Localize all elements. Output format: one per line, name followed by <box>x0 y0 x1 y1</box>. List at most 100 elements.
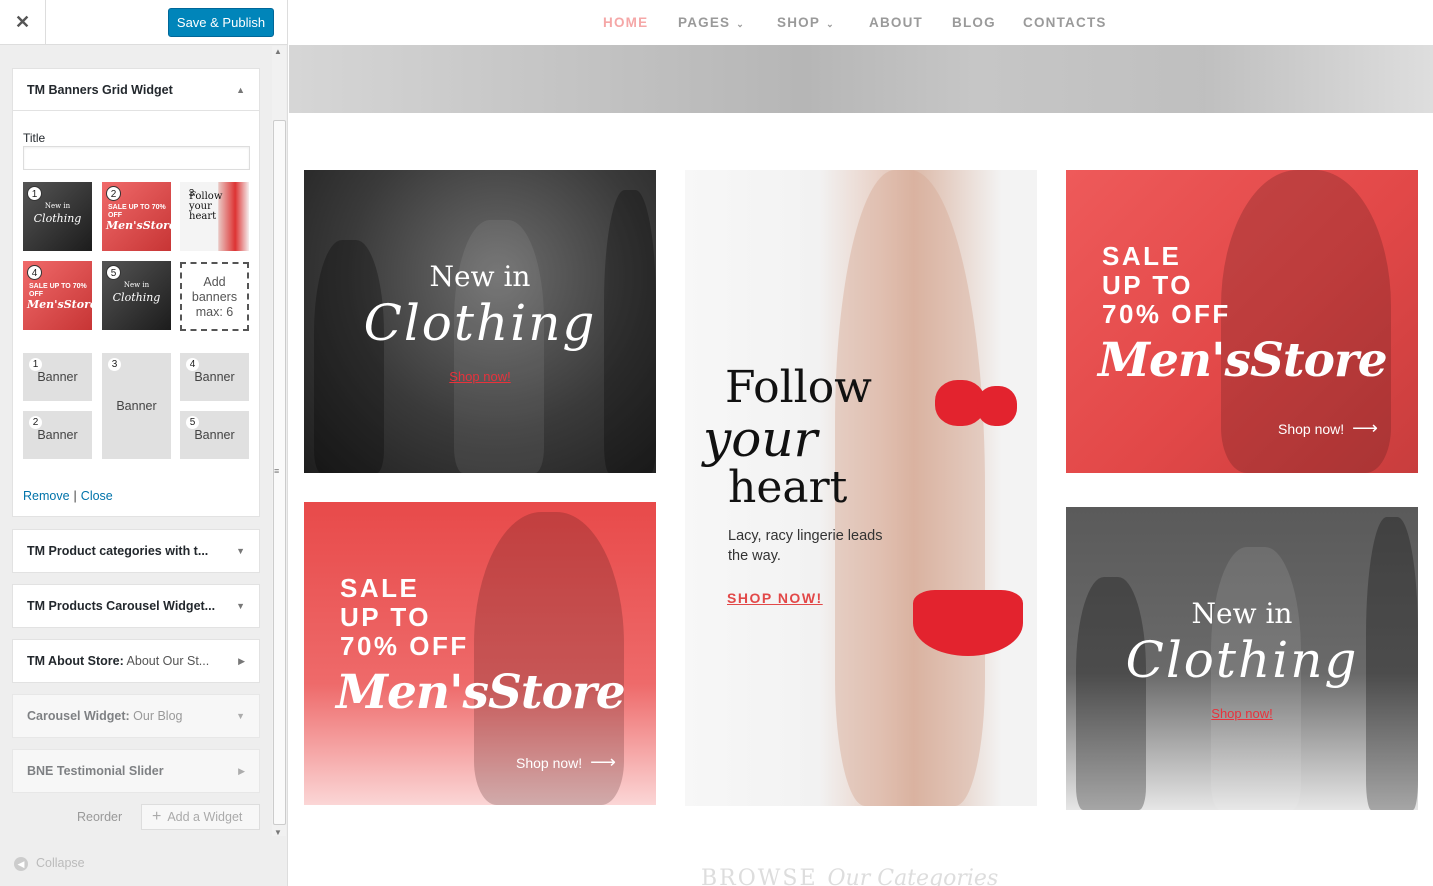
expand-arrow-icon[interactable]: ▼ <box>236 585 245 627</box>
thumb-text: Men'sStore <box>27 298 92 311</box>
remove-link[interactable]: Remove <box>23 489 70 503</box>
slot-number: 2 <box>29 416 42 429</box>
collapse-button[interactable]: ◀ Collapse <box>14 856 85 871</box>
title-input[interactable] <box>23 146 250 170</box>
thumb-number: 5 <box>106 265 121 280</box>
slot-number: 1 <box>29 358 42 371</box>
nav-pages[interactable]: PAGES ⌄ <box>678 15 745 30</box>
slot-number: 5 <box>186 416 199 429</box>
arrow-right-icon: ⟶ <box>1352 418 1378 438</box>
add-widget-label: Add a Widget <box>167 810 243 824</box>
widget-title: BNE Testimonial Slider <box>27 764 164 778</box>
banner-script-title: your <box>703 410 818 468</box>
browse-italic: Our Categories <box>827 866 999 886</box>
layout-slot-1[interactable]: 1 Banner <box>23 353 92 401</box>
sale-line: 70% OFF <box>1102 299 1231 329</box>
widget-banners-grid: TM Banners Grid Widget ▲ Title New in Cl… <box>12 68 260 517</box>
main-navigation: HOME PAGES ⌄ SHOP ⌄ ABOUT BLOG CONTACTS <box>289 0 1433 45</box>
banner-heading: New in <box>1191 597 1293 630</box>
scroll-up-arrow-icon[interactable]: ▲ <box>274 47 282 56</box>
expand-arrow-icon[interactable]: ▼ <box>236 530 245 572</box>
nav-label: PAGES <box>678 15 731 30</box>
banner-shop-link[interactable]: SHOP NOW! <box>727 590 823 606</box>
collapse-arrow-icon: ◀ <box>14 857 28 871</box>
hero-image-strip <box>289 45 1433 113</box>
banner-shop-link[interactable]: Shop now! ⟶ <box>516 752 616 773</box>
banner-mens-store-sale[interactable]: SALE UP TO 70% OFF Men'sStore Shop now! ⟶ <box>304 502 656 805</box>
widget-header: TM Product categories with t... ▼ <box>13 530 259 572</box>
banner-thumbnail-5[interactable]: New in Clothing 5 <box>102 261 171 330</box>
widget-title: TM Products Carousel Widget... <box>27 599 216 613</box>
banner-shop-link[interactable]: Shop now! ⟶ <box>1278 418 1378 439</box>
sale-text: SALE UP TO 70% OFF <box>1102 242 1231 329</box>
banner-shop-link[interactable]: Shop now! <box>1066 706 1418 721</box>
widget-title: TM Product categories with t... <box>27 544 209 558</box>
slot-label: Banner <box>37 370 78 384</box>
sale-line: SALE <box>1102 241 1182 271</box>
layout-slot-5[interactable]: 5 Banner <box>180 411 249 459</box>
banner-new-in-clothing[interactable]: New in Clothing Shop now! <box>1066 507 1418 810</box>
widget-about-store[interactable]: TM About Store: About Our St... ▶ <box>12 639 260 683</box>
widget-header: Carousel Widget: Our Blog ▼ <box>13 695 259 737</box>
banner-thumbnail-2[interactable]: SALE UP TO 70% OFF Men'sStore 2 <box>102 182 171 251</box>
expand-arrow-icon[interactable]: ▶ <box>238 640 245 682</box>
thumb-number: 1 <box>27 186 42 201</box>
slot-label: Banner <box>37 428 78 442</box>
lingerie-bottom <box>913 590 1023 656</box>
banner-shop-link[interactable]: Shop now! <box>304 369 656 384</box>
widget-title: TM Banners Grid Widget <box>27 83 173 97</box>
thumb-number: 4 <box>27 265 42 280</box>
slot-label: Banner <box>194 370 235 384</box>
sale-line: SALE <box>340 573 420 603</box>
thumb-number: 2 <box>106 186 121 201</box>
customizer-header: ✕ Save & Publish <box>0 0 287 45</box>
shop-label: Shop now! <box>1278 421 1345 437</box>
link-separator: | <box>73 489 77 503</box>
widget-testimonial-slider[interactable]: BNE Testimonial Slider ▶ <box>12 749 260 793</box>
banner-heading: heart <box>728 462 848 513</box>
banner-thumbnail-3[interactable]: Follow your heart 3 <box>180 182 249 251</box>
scroll-grip-icon[interactable]: ≡ <box>274 466 279 476</box>
thumb-text: New in <box>44 202 71 210</box>
customizer-sidebar: ✕ Save & Publish ▲ ▼ ≡ TM Banners Grid W… <box>0 0 288 886</box>
collapse-label: Collapse <box>36 856 85 870</box>
reorder-link[interactable]: Reorder <box>77 810 122 824</box>
close-icon[interactable]: ✕ <box>0 0 46 45</box>
nav-blog[interactable]: BLOG <box>952 15 996 30</box>
scroll-down-arrow-icon[interactable]: ▼ <box>274 828 282 837</box>
banner-heading: Follow <box>725 362 872 413</box>
nav-shop[interactable]: SHOP ⌄ <box>777 15 835 30</box>
close-link[interactable]: Close <box>81 489 113 503</box>
expand-arrow-icon[interactable]: ▶ <box>238 750 245 792</box>
banner-script-title: Clothing <box>363 294 597 352</box>
lingerie-top <box>977 386 1017 426</box>
widget-subtitle: Our Blog <box>129 709 183 723</box>
widget-subtitle: About Our St... <box>123 654 210 668</box>
nav-contacts[interactable]: CONTACTS <box>1023 15 1107 30</box>
add-banners-button[interactable]: Add banners max: 6 <box>180 262 249 331</box>
collapse-arrow-icon[interactable]: ▲ <box>236 69 245 110</box>
banner-follow-your-heart[interactable]: Follow your heart Lacy, racy lingerie le… <box>685 170 1037 806</box>
widget-carousel-blog[interactable]: Carousel Widget: Our Blog ▼ <box>12 694 260 738</box>
layout-slot-4[interactable]: 4 Banner <box>180 353 249 401</box>
layout-slot-2[interactable]: 2 Banner <box>23 411 92 459</box>
banner-thumbnail-1[interactable]: New in Clothing 1 <box>23 182 92 251</box>
layout-slot-3[interactable]: 3 Banner <box>102 353 171 459</box>
add-widget-button[interactable]: + Add a Widget <box>141 804 260 830</box>
site-preview: HOME PAGES ⌄ SHOP ⌄ ABOUT BLOG CONTACTS Ne… <box>289 0 1433 886</box>
title-field-label: Title <box>23 131 46 145</box>
shop-label: Shop now! <box>516 755 583 771</box>
save-publish-button[interactable]: Save & Publish <box>168 8 274 37</box>
expand-arrow-icon[interactable]: ▼ <box>236 695 245 737</box>
widget-products-carousel[interactable]: TM Products Carousel Widget... ▼ <box>12 584 260 628</box>
widget-banners-grid-header[interactable]: TM Banners Grid Widget ▲ <box>13 69 259 111</box>
nav-home[interactable]: HOME <box>603 15 648 30</box>
nav-about[interactable]: ABOUT <box>869 15 923 30</box>
widget-header: TM Products Carousel Widget... ▼ <box>13 585 259 627</box>
banner-thumbnail-4[interactable]: SALE UP TO 70% OFF Men'sStore 4 <box>23 261 92 330</box>
widget-product-categories[interactable]: TM Product categories with t... ▼ <box>12 529 260 573</box>
banner-new-in-clothing[interactable]: New in Clothing Shop now! <box>304 170 656 473</box>
banner-brand-title: Men'sStore <box>336 665 626 720</box>
widget-actions: Remove | Close <box>23 489 113 503</box>
banner-mens-store-sale[interactable]: SALE UP TO 70% OFF Men'sStore Shop now! ⟶ <box>1066 170 1418 473</box>
